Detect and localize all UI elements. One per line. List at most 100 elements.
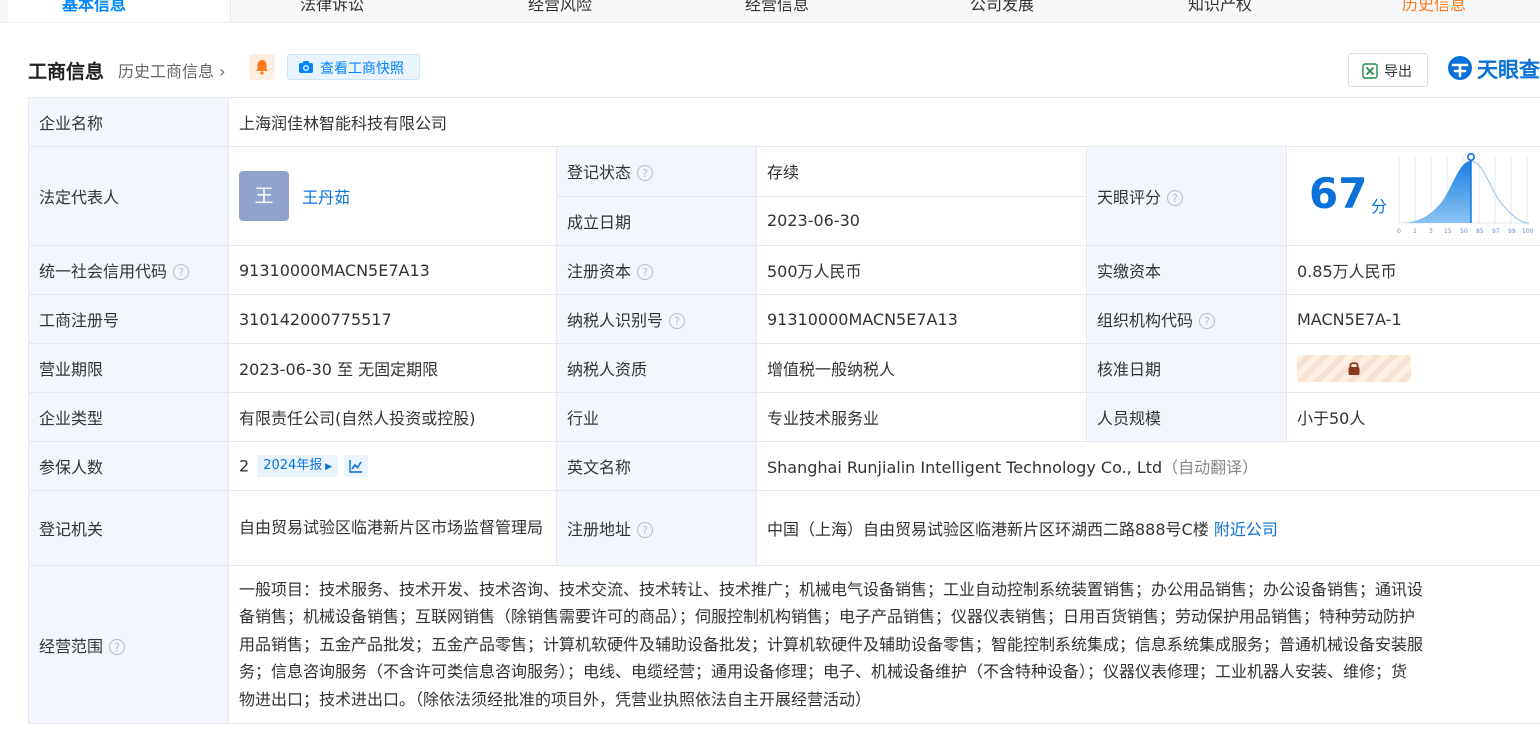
help-icon[interactable]: ? — [637, 165, 654, 182]
axis-tick: 50 — [1460, 228, 1468, 235]
help-icon[interactable]: ? — [1167, 190, 1184, 206]
score-label-cell: 天眼评分? — [1086, 146, 1287, 246]
paid-capital-value: 0.85万人民币 — [1285, 245, 1540, 295]
founded-label: 成立日期 — [556, 195, 757, 246]
reg-address-cell: 中国（上海）自由贸易试验区临港新片区环湖西二路888号C楼 附近公司 — [755, 490, 1540, 566]
monitor-bell-button[interactable] — [249, 54, 275, 80]
axis-tick: 99 — [1508, 228, 1516, 235]
axis-tick: 100 — [1522, 228, 1534, 235]
tab-history[interactable]: 历史信息 — [1402, 0, 1466, 15]
table-row: 营业期限 2023-06-30 至 无固定期限 纳税人资质 增值税一般纳税人 核… — [28, 343, 1540, 393]
reg-status-label-cell: 登记状态? — [556, 146, 757, 197]
axis-tick: 1 — [1413, 228, 1417, 235]
table-row: 法定代表人 王 王丹茹 登记状态? 存续 天眼评分? 67 分 0 1 3 15… — [28, 146, 1540, 246]
company-name-label: 企业名称 — [28, 97, 229, 147]
scope-value: 一般项目：技术服务、技术开发、技术咨询、技术交流、技术转让、技术推广；机械电气设… — [227, 565, 1540, 724]
table-row: 参保人数 2 2024年报 ▶ 英文名称 Shanghai Runjialin I… — [28, 441, 1540, 491]
english-name-value: Shanghai Runjialin Intelligent Technolog… — [767, 458, 1163, 477]
table-row: 工商注册号 310142000775517 纳税人识别号? 91310000MA… — [28, 294, 1540, 344]
scope-label: 经营范围 — [39, 636, 104, 656]
export-button-label: 导出 — [1384, 64, 1412, 80]
tab-operation[interactable]: 经营信息 — [745, 0, 809, 15]
industry-value: 专业技术服务业 — [756, 392, 1087, 442]
table-row: 企业类型 有限责任公司(自然人投资或控股) 行业 专业技术服务业 人员规模 小于… — [28, 392, 1540, 442]
logo-mark-icon — [1448, 56, 1472, 80]
paid-capital-label: 实缴资本 — [1086, 245, 1287, 295]
company-name-value: 上海润佳林智能科技有限公司 — [227, 97, 1540, 147]
tab-development[interactable]: 公司发展 — [970, 0, 1034, 15]
taxpayer-id-value: 91310000MACN5E7A13 — [756, 294, 1087, 344]
history-link-label: 历史工商信息 — [118, 62, 215, 81]
staff-size-label: 人员规模 — [1086, 392, 1287, 442]
history-link[interactable]: 历史工商信息 › — [118, 58, 226, 82]
scope-label-cell: 经营范围? — [28, 565, 229, 724]
reg-capital-label-cell: 注册资本? — [556, 245, 757, 295]
credit-code-label: 统一社会信用代码 — [39, 262, 168, 281]
score-distribution-chart: 0 1 3 15 50 85 97 99 100 — [1397, 152, 1534, 235]
english-name-label: 英文名称 — [556, 441, 757, 491]
staff-size-value: 小于50人 — [1285, 392, 1540, 442]
insured-label: 参保人数 — [28, 441, 229, 491]
reg-authority-label: 登记机关 — [28, 490, 229, 566]
term-label: 营业期限 — [28, 343, 229, 393]
axis-tick: 85 — [1476, 228, 1484, 235]
annual-report-badge[interactable]: 2024年报 ▶ — [257, 455, 339, 477]
axis-tick: 15 — [1444, 228, 1452, 235]
approval-date-label: 核准日期 — [1086, 343, 1287, 393]
org-code-label: 组织机构代码 — [1097, 311, 1194, 330]
camera-icon — [299, 61, 313, 73]
chevron-right-icon: › — [214, 62, 226, 81]
help-icon[interactable]: ? — [669, 313, 686, 329]
table-row: 统一社会信用代码? 91310000MACN5E7A13 注册资本? 500万人… — [28, 245, 1540, 295]
axis-tick: 0 — [1397, 228, 1401, 235]
insured-value: 2 — [239, 456, 250, 476]
reg-address-label: 注册地址 — [567, 520, 632, 539]
help-icon[interactable]: ? — [1199, 313, 1216, 329]
annual-report-label: 2024年报 — [263, 458, 323, 473]
tab-basic-info[interactable]: 基本信息 — [62, 0, 126, 15]
nearby-companies-link[interactable]: 附近公司 — [1214, 520, 1278, 539]
auto-translate-note: （自动翻译） — [1162, 458, 1259, 477]
trend-chart-button[interactable] — [344, 455, 369, 477]
bell-icon — [256, 60, 268, 75]
taxpayer-type-label: 纳税人资质 — [556, 343, 757, 393]
legal-rep-name-link[interactable]: 王丹茹 — [302, 188, 350, 207]
help-icon[interactable]: ? — [173, 264, 190, 280]
score-unit: 分 — [1371, 197, 1388, 216]
legal-rep-cell: 王 王丹茹 — [228, 146, 557, 246]
help-icon[interactable]: ? — [637, 522, 654, 538]
logo-text: 天眼查 — [1477, 58, 1540, 82]
excel-icon — [1362, 63, 1378, 79]
taxpayer-id-label: 纳税人识别号 — [567, 311, 664, 330]
table-row: 企业名称 上海润佳林智能科技有限公司 — [28, 97, 1540, 147]
company-type-label: 企业类型 — [28, 392, 229, 442]
reg-status-value: 存续 — [756, 146, 1087, 197]
reg-capital-value: 500万人民币 — [756, 245, 1087, 295]
score-number: 67 — [1309, 169, 1368, 218]
reg-capital-label: 注册资本 — [567, 262, 632, 281]
reg-address-label-cell: 注册地址? — [556, 490, 757, 566]
tab-ip[interactable]: 知识产权 — [1188, 0, 1252, 15]
axis-tick: 97 — [1492, 228, 1500, 235]
locked-value-button[interactable] — [1297, 354, 1411, 382]
scope-line: 物进出口；技术进出口。（除依法须经批准的项目外，凭营业执照依法自主开展经营活动） — [239, 689, 872, 709]
legal-rep-label: 法定代表人 — [28, 146, 229, 246]
help-icon[interactable]: ? — [637, 264, 654, 280]
score-cell[interactable]: 67 分 0 1 3 15 50 85 97 99 100 — [1285, 146, 1540, 246]
section-title: 工商信息 — [28, 61, 105, 83]
english-name-cell: Shanghai Runjialin Intelligent Technolog… — [755, 441, 1540, 491]
lock-icon — [1348, 361, 1360, 375]
reg-authority-value: 自由贸易试验区临港新片区市场监督管理局 — [228, 490, 557, 566]
taxpayer-id-label-cell: 纳税人识别号? — [556, 294, 757, 344]
avatar[interactable]: 王 — [239, 171, 289, 221]
axis-tick: 3 — [1429, 228, 1433, 235]
export-button[interactable]: 导出 — [1348, 53, 1428, 87]
scope-line: 务；信息咨询服务（不含许可类信息咨询服务）；电线、电缆经营；通用设备修理；电子、… — [239, 662, 1408, 682]
table-row: 经营范围? 一般项目：技术服务、技术开发、技术咨询、技术交流、技术转让、技术推广… — [28, 565, 1540, 724]
founded-value: 2023-06-30 — [756, 195, 1087, 246]
tab-risk[interactable]: 经营风险 — [528, 0, 592, 15]
tab-legal[interactable]: 法律诉讼 — [300, 0, 364, 15]
company-type-value: 有限责任公司(自然人投资或控股) — [228, 392, 557, 442]
help-icon[interactable]: ? — [109, 638, 126, 655]
snapshot-button[interactable]: 查看工商快照 — [287, 54, 420, 80]
